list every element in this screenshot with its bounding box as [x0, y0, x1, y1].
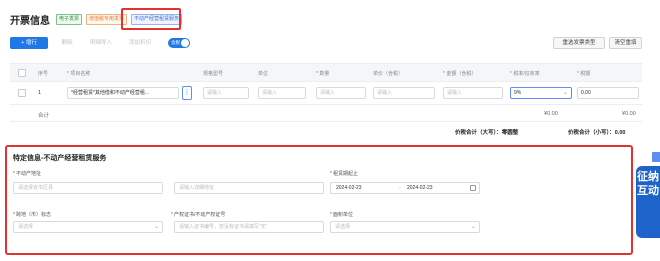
subtotal-label: 合计	[38, 113, 50, 119]
amount-input[interactable]: 请输入	[443, 87, 503, 99]
tag-e-invoice: 电子发票	[56, 13, 83, 25]
toolbar: + 增行 删除 明细导入 添加折扣 含税 重选发票类型 清空重填	[10, 37, 642, 49]
row-checkbox[interactable]	[18, 89, 26, 97]
reselect-invoice-type-button[interactable]: 重选发票类型	[553, 37, 605, 49]
header-tax-rate: * 税率/征收率	[510, 71, 540, 77]
end-date: 2024-02-23	[407, 185, 433, 191]
import-details-button[interactable]: 明细导入	[86, 37, 116, 49]
total-lower: 价税合计（小写）：0.00	[568, 130, 626, 136]
special-info-title: 特定信息-不动产经营租赁服务	[13, 155, 107, 162]
header-spec: 规格型号	[203, 71, 224, 77]
lease-period-picker[interactable]: 2024-02-23 - 2024-02-23	[330, 182, 480, 194]
select-all-checkbox[interactable]	[18, 69, 26, 77]
cross-city-label: *跨地（市）标志	[13, 212, 51, 218]
cross-city-select[interactable]: 请选择 ⌄	[13, 221, 163, 233]
property-cert-input[interactable]: 请输入证书编号，若没有证书请填写“无”	[174, 221, 324, 233]
side-badge[interactable]	[652, 152, 660, 162]
price-input[interactable]: 请输入	[373, 87, 435, 99]
calendar-icon	[470, 185, 476, 191]
clear-button[interactable]: 清空重填	[609, 37, 642, 49]
subtotal-tax: ¥0.00	[622, 111, 636, 117]
address-detail-placeholder: 请输入详细地址	[179, 185, 215, 191]
special-info-section: 特定信息-不动产经营租赁服务 *不动产地址 请选择省市区县 请输入详细地址 *租…	[5, 145, 633, 255]
cross-city-placeholder: 请选择	[18, 224, 34, 230]
tag-highlight-box	[121, 8, 181, 30]
address-detail-input[interactable]: 请输入详细地址	[174, 182, 324, 194]
table-header: 序号 * 项目名称 规格型号 单位 * 数量 单价（含税） * 金额（含税） *…	[10, 63, 642, 82]
header-unit: 单位	[258, 71, 269, 77]
area-unit-select[interactable]: 请选择 ⌄	[330, 221, 480, 233]
toggle-knob	[181, 39, 189, 47]
subtotal-row: 合计 ¥0.00 ¥0.00	[10, 105, 642, 122]
tax-included-toggle[interactable]: 含税	[168, 38, 190, 48]
property-cert-placeholder: 请输入证书编号，若没有证书请填写“无”	[179, 224, 268, 230]
total-upper: 价税合计（大写）：零圆整	[455, 130, 519, 136]
header-qty: * 数量	[316, 71, 330, 77]
header-item-name: * 项目名称	[67, 71, 91, 77]
unit-input[interactable]: 请输入	[258, 87, 306, 99]
table-row: 1 *经营租赁*其他借和不动产经营租... ⋮ 请输入 请输入 请输入 请输入 …	[10, 82, 642, 105]
header-index: 序号	[38, 71, 49, 77]
page-title: 开票信息	[10, 15, 50, 27]
subtotal-amount: ¥0.00	[544, 111, 558, 117]
item-select-icon[interactable]: ⋮	[182, 86, 192, 100]
header-tax: * 税额	[577, 71, 591, 77]
start-date: 2024-02-23	[336, 185, 362, 191]
tax-input[interactable]: 0.00	[577, 87, 639, 99]
toggle-label: 含税	[171, 40, 180, 45]
header-price: 单价（含税）	[373, 71, 404, 77]
grand-total: 价税合计（大写）：零圆整 价税合计（小写）：0.00	[10, 126, 642, 138]
add-discount-button[interactable]: 添加折扣	[124, 37, 156, 49]
row-index: 1	[38, 90, 42, 96]
chevron-down-icon: ⌄	[562, 90, 568, 96]
address-label: *不动产地址	[13, 171, 41, 177]
chevron-down-icon: ⌄	[153, 224, 159, 230]
chevron-down-icon: ⌄	[470, 224, 476, 230]
tax-rate-select[interactable]: 9% ⌄	[510, 87, 572, 99]
item-name-input[interactable]: *经营租赁*其他借和不动产经营租...	[67, 87, 179, 99]
delete-button[interactable]: 删除	[58, 37, 76, 49]
header-amount: * 金额（含税）	[443, 71, 477, 77]
area-unit-label: *面积单位	[330, 212, 353, 218]
area-unit-placeholder: 请选择	[335, 224, 351, 230]
add-row-button[interactable]: + 增行	[10, 37, 48, 49]
property-cert-label: *产权证书/不动产权证号	[171, 212, 226, 218]
interaction-float-button[interactable]: 征纳互动	[636, 166, 660, 238]
date-separator: -	[399, 185, 401, 191]
lease-period-label: *租赁期起止	[330, 171, 358, 177]
address-region-select[interactable]: 请选择省市区县	[13, 182, 163, 194]
quantity-input[interactable]: 请输入	[316, 87, 366, 99]
spec-input[interactable]: 请输入	[203, 87, 249, 99]
address-region-placeholder: 请选择省市区县	[18, 185, 54, 191]
tax-rate-value: 9%	[514, 90, 522, 96]
